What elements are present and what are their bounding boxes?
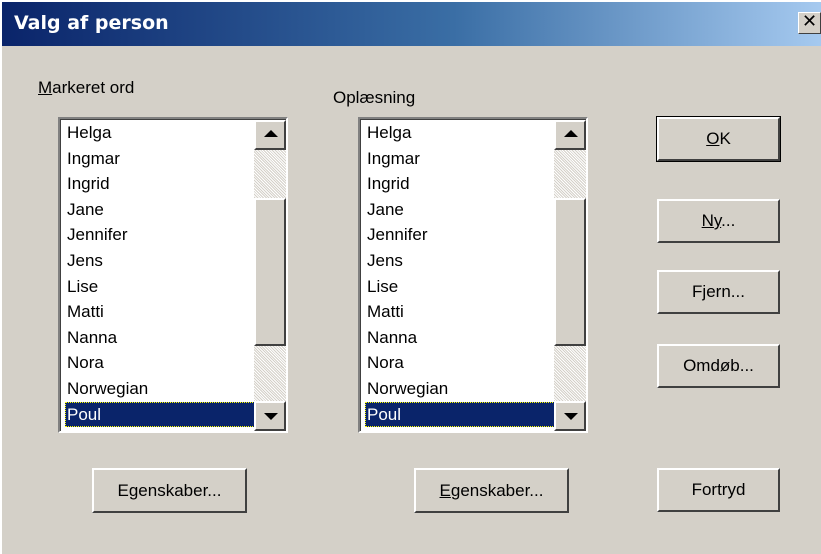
close-button[interactable]: ✕	[798, 12, 821, 34]
scroll-up-button[interactable]	[554, 120, 586, 150]
list-item[interactable]: Norwegian	[365, 376, 557, 402]
list-item[interactable]: Jennifer	[365, 222, 557, 248]
arrow-down-icon	[264, 413, 278, 420]
list-item[interactable]: Ingrid	[365, 171, 557, 197]
fortryd-button[interactable]: Fortryd	[657, 468, 780, 512]
ny-button[interactable]: Ny...	[657, 199, 780, 243]
dialog-title: Valg af person	[14, 12, 169, 34]
list-item[interactable]: Nanna	[365, 325, 557, 351]
scroll-up-button[interactable]	[254, 120, 286, 150]
list-item[interactable]: Ingrid	[65, 171, 257, 197]
markeret-ord-listbox[interactable]: Helga Ingmar Ingrid Jane Jennifer Jens Lise Mat…	[58, 117, 288, 433]
list-item[interactable]: Lise	[65, 274, 257, 300]
scroll-down-button[interactable]	[254, 401, 286, 431]
close-icon: ✕	[801, 11, 818, 32]
arrow-up-icon	[564, 130, 578, 137]
left-egenskaber-button[interactable]: Egenskaber...	[92, 468, 247, 513]
list-item[interactable]: Helga	[365, 120, 557, 146]
oplaesning-label: Oplæsning	[333, 88, 416, 107]
list-item[interactable]: Jane	[365, 197, 557, 223]
markeret-ord-scrollbar[interactable]	[254, 120, 286, 431]
list-item[interactable]: Nanna	[65, 325, 257, 351]
list-item[interactable]: Lise	[365, 274, 557, 300]
list-item[interactable]: Norwegian	[65, 376, 257, 402]
arrow-up-icon	[264, 130, 278, 137]
fjern-button[interactable]: Fjern...	[657, 270, 780, 314]
list-item[interactable]: Poul	[365, 401, 557, 428]
oplaesning-listbox[interactable]: Helga Ingmar Ingrid Jane Jennifer Jens Lise Mat…	[358, 117, 588, 433]
list-item[interactable]: Poul	[65, 401, 257, 428]
list-item[interactable]: Nora	[65, 350, 257, 376]
list-item[interactable]: Jens	[65, 248, 257, 274]
oplaesning-items: Helga Ingmar Ingrid Jane Jennifer Jens Lise Mat…	[365, 120, 557, 428]
list-item[interactable]: Ingmar	[365, 146, 557, 172]
oplaesning-scrollbar[interactable]	[554, 120, 586, 431]
list-item[interactable]: Matti	[65, 299, 257, 325]
scroll-thumb[interactable]	[554, 198, 586, 346]
list-item[interactable]: Nora	[365, 350, 557, 376]
scroll-thumb[interactable]	[254, 198, 286, 346]
omdob-button[interactable]: Omdøb...	[657, 344, 780, 388]
list-item[interactable]: Helga	[65, 120, 257, 146]
markeret-ord-items: Helga Ingmar Ingrid Jane Jennifer Jens Lise Mat…	[65, 120, 257, 428]
scroll-down-button[interactable]	[554, 401, 586, 431]
title-bar[interactable]: Valg af person ✕	[2, 2, 821, 46]
list-item[interactable]: Jens	[365, 248, 557, 274]
list-item[interactable]: Jane	[65, 197, 257, 223]
list-item[interactable]: Ingmar	[65, 146, 257, 172]
markeret-ord-label: Markeret ord	[38, 78, 135, 97]
list-item[interactable]: Matti	[365, 299, 557, 325]
dialog-window: Valg af person ✕ Markeret ord Helga Ingma…	[0, 0, 821, 554]
arrow-down-icon	[564, 413, 578, 420]
right-egenskaber-button[interactable]: Egenskaber...	[414, 468, 569, 513]
ok-button[interactable]: OK	[656, 116, 781, 162]
list-item[interactable]: Jennifer	[65, 222, 257, 248]
